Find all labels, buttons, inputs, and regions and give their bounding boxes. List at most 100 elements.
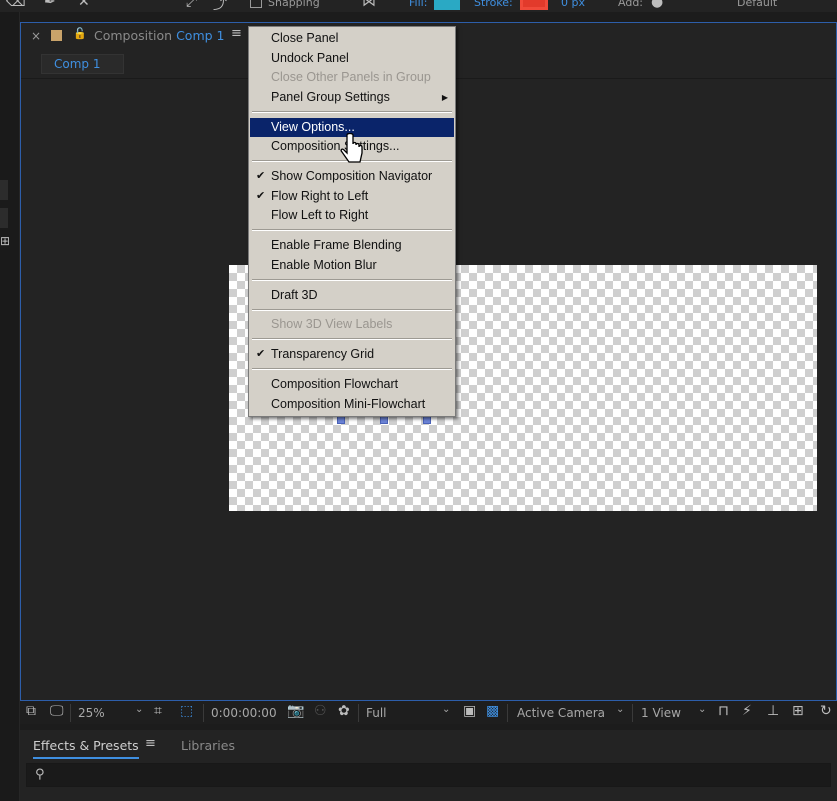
menu-item-draft-3d[interactable]: Draft 3D (250, 286, 454, 305)
timeline-icon[interactable]: ⊥ (767, 703, 779, 719)
monitor-icon[interactable]: 🖵 (50, 703, 64, 719)
stroke-color-swatch[interactable] (520, 0, 548, 10)
hand-cursor-icon (340, 133, 363, 163)
flowchart-icon[interactable]: ⊞ (792, 703, 804, 719)
panel-menu-icon[interactable]: ≡ (231, 26, 242, 41)
checkmark-icon: ✔ (256, 170, 266, 182)
menu-separator (252, 309, 452, 311)
panel-title[interactable]: Composition Comp 1 (94, 28, 224, 43)
toolbar-divider (632, 704, 633, 722)
toolbar-divider (70, 704, 71, 722)
panel-title-prefix: Composition (94, 28, 173, 43)
pin-tool-icon[interactable]: ✕ (78, 0, 90, 10)
menu-item-label: View Options... (271, 120, 355, 134)
region-of-interest-icon[interactable]: ⬚ (180, 703, 193, 719)
layer-handle[interactable] (423, 416, 431, 424)
tab-effects-presets[interactable]: Effects & Presets (33, 738, 139, 759)
menu-item-show-3d-view-labels: Show 3D View Labels (250, 315, 454, 334)
left-panel-edge (0, 208, 8, 228)
panel-title-comp: Comp 1 (176, 28, 225, 43)
show-snapshot-icon: ⚇ (314, 703, 327, 719)
resolution-dropdown[interactable]: Full (366, 704, 387, 722)
menu-item-label: Flow Left to Right (271, 208, 369, 222)
effects-search-input[interactable]: ⚲ (26, 763, 831, 787)
camera-view-dropdown[interactable]: Active Camera (517, 704, 605, 722)
panel-menu-icon[interactable]: ≡ (145, 736, 156, 751)
workspace-name[interactable]: Default (737, 0, 777, 9)
menu-item-label: Draft 3D (271, 288, 318, 302)
menu-item-enable-motion-blur[interactable]: Enable Motion Blur (250, 256, 454, 275)
menu-item-label: Panel Group Settings (271, 90, 390, 104)
layer-handle[interactable] (337, 416, 345, 424)
checkmark-icon: ✔ (256, 190, 266, 202)
camera-snapshot-icon[interactable]: 📷 (287, 703, 304, 719)
menu-item-enable-frame-blending[interactable]: Enable Frame Blending (250, 236, 454, 255)
menu-separator (252, 368, 452, 370)
fast-draft-icon[interactable]: ⚡ (742, 703, 752, 719)
panel-context-menu: Close Panel Undock Panel Close Other Pan… (248, 26, 456, 417)
safe-margins-icon[interactable]: ⌗ (154, 703, 162, 719)
menu-item-close-other-panels: Close Other Panels in Group (250, 68, 454, 87)
pen-tool-icon[interactable]: ✒ (44, 0, 56, 10)
menu-item-label: Composition Settings... (271, 139, 400, 153)
menu-item-panel-group-settings[interactable]: Panel Group Settings ▶ (250, 88, 454, 107)
menu-item-show-composition-navigator[interactable]: ✔ Show Composition Navigator (250, 167, 454, 186)
menu-separator (252, 111, 452, 113)
menu-separator (252, 279, 452, 281)
add-icon[interactable]: ● (651, 0, 663, 10)
snapping-checkbox[interactable] (250, 0, 262, 8)
menu-item-transparency-grid[interactable]: ✔ Transparency Grid (250, 345, 454, 364)
composition-viewer-bar: ⧉ 🖵 25% ⌄ ⌗ ⬚ 0:00:00:00 📷 ⚇ ✿ Full ⌄ ▣ … (20, 700, 837, 724)
fast-previews-icon[interactable]: ▣ (463, 703, 476, 719)
snapping-label: Snapping (268, 0, 320, 9)
tab-libraries[interactable]: Libraries (181, 738, 235, 753)
lock-icon[interactable]: 🔓 (73, 27, 87, 40)
transparency-grid-toggle-icon[interactable]: ▩ (486, 703, 499, 719)
always-preview-icon[interactable]: ⧉ (26, 703, 36, 719)
stroke-width-value[interactable]: 0 px (561, 0, 585, 9)
zoom-dropdown[interactable]: 25% (78, 704, 105, 722)
menu-item-undock-panel[interactable]: Undock Panel (250, 49, 454, 68)
eraser-icon[interactable]: ⌫ (6, 0, 26, 10)
chevron-down-icon[interactable]: ⌄ (135, 704, 143, 715)
menu-item-label: Enable Frame Blending (271, 238, 402, 252)
menu-item-flow-left-to-right[interactable]: Flow Left to Right (250, 206, 454, 225)
puppet-tool-icon[interactable]: ⤴ (213, 0, 227, 12)
menu-item-label: Close Panel (271, 31, 339, 45)
menu-item-composition-mini-flowchart[interactable]: Composition Mini-Flowchart (250, 395, 454, 414)
chevron-down-icon[interactable]: ⌄ (698, 704, 706, 715)
top-toolbar: ⌫ ✒ ✕ ⤢ ⤴ Snapping ⌃ ⋈ Fill: Stroke: 0 p… (0, 0, 837, 12)
flowchart-icon[interactable]: ⊞ (0, 234, 10, 248)
left-panel-strip: ⊞ (0, 12, 20, 801)
menu-item-flow-right-to-left[interactable]: ✔ Flow Right to Left (250, 187, 454, 206)
menu-separator (252, 338, 452, 340)
checkmark-icon: ✔ (256, 348, 266, 360)
stroke-label: Stroke: (474, 0, 513, 9)
chevron-down-icon[interactable]: ⌄ (442, 704, 450, 715)
effects-presets-panel: Effects & Presets ≡ Libraries ⚲ (20, 730, 837, 801)
close-panel-icon[interactable]: × (31, 29, 41, 43)
layer-handle[interactable] (380, 416, 388, 424)
fill-color-swatch[interactable] (434, 0, 460, 10)
tool-icon[interactable]: ⤢ (186, 0, 197, 10)
reset-exposure-icon[interactable]: ↻ (820, 703, 832, 719)
panel-color-label (51, 30, 62, 41)
menu-item-label: Composition Flowchart (271, 377, 399, 391)
snap-target-icon[interactable]: ⋈ (362, 0, 376, 10)
color-channels-icon[interactable]: ✿ (338, 703, 350, 719)
toggle-pixel-aspect-icon[interactable]: ⊓ (718, 703, 729, 719)
view-layout-dropdown[interactable]: 1 View (641, 704, 681, 722)
menu-item-close-panel[interactable]: Close Panel (250, 29, 454, 48)
add-label: Add: (618, 0, 644, 9)
menu-item-label: Undock Panel (271, 51, 349, 65)
menu-item-composition-flowchart[interactable]: Composition Flowchart (250, 375, 454, 394)
snap-options-icon[interactable]: ⌃ (333, 0, 345, 10)
chevron-down-icon[interactable]: ⌄ (616, 704, 624, 715)
comp-subtab[interactable]: Comp 1 (41, 54, 124, 74)
menu-item-label: Flow Right to Left (271, 189, 369, 203)
menu-item-label: Composition Mini-Flowchart (271, 397, 426, 411)
current-time[interactable]: 0:00:00:00 (211, 704, 277, 722)
toolbar-divider (358, 704, 359, 722)
toolbar-divider (203, 704, 204, 722)
left-panel-edge (0, 180, 8, 200)
